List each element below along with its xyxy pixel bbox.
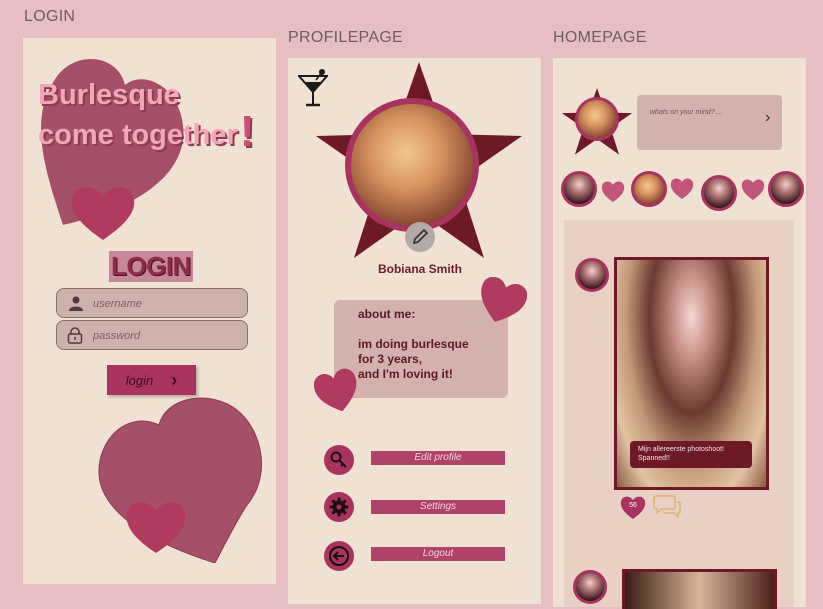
about-title: about me: <box>358 307 416 321</box>
login-heading: LOGIN <box>109 251 193 282</box>
brand-exclaim: ! <box>239 107 255 156</box>
like-button[interactable]: 56 <box>620 495 646 519</box>
heart-decoration <box>481 277 527 322</box>
post-image[interactable] <box>622 569 777 609</box>
logout-icon-button[interactable] <box>324 541 354 571</box>
heart-decoration <box>71 187 135 240</box>
brand-title-line1: Burlesque <box>38 79 180 111</box>
comment-icon[interactable] <box>653 494 681 520</box>
post-caption: Mijn allereerste photoshoot! Spanned!! <box>630 441 752 468</box>
caption-line: Mijn allereerste photoshoot! <box>638 446 724 453</box>
password-field[interactable] <box>56 320 248 351</box>
username-input[interactable] <box>91 289 245 319</box>
brand-title-line2: come together <box>38 119 238 151</box>
gear-icon <box>329 497 349 517</box>
user-icon <box>69 296 83 311</box>
chevron-right-icon[interactable]: › <box>765 109 770 127</box>
password-input[interactable] <box>91 321 245 351</box>
post-input[interactable]: whats on your mind?.... › <box>637 95 782 150</box>
about-line: and I'm loving it! <box>358 367 453 381</box>
heart-icon <box>741 179 765 200</box>
like-count: 56 <box>629 502 637 509</box>
heart-icon <box>601 181 625 202</box>
pencil-icon <box>412 228 428 245</box>
edit-avatar-button[interactable] <box>405 222 435 252</box>
about-line: im doing burlesque <box>358 337 469 351</box>
heart-decoration <box>126 502 186 553</box>
edit-profile-button[interactable]: Edit profile <box>371 451 505 465</box>
heart-icon <box>670 178 694 199</box>
login-button[interactable]: login › <box>107 365 196 395</box>
lock-icon <box>67 327 83 344</box>
post-author-avatar[interactable] <box>573 570 607 604</box>
frame-title-profile: PROFILEPAGE <box>288 29 404 46</box>
my-avatar <box>575 97 619 141</box>
caption-line: Spanned!! <box>638 455 670 462</box>
logout-icon <box>329 546 349 566</box>
chevron-right-icon: › <box>171 369 178 390</box>
profile-avatar <box>345 98 479 232</box>
about-line: for 3 years, <box>358 352 423 366</box>
post-placeholder: whats on your mind?.... <box>650 109 723 116</box>
story-avatar[interactable] <box>631 171 667 207</box>
settings-button[interactable]: Settings <box>371 500 505 514</box>
logout-button[interactable]: Logout <box>371 547 505 561</box>
story-avatar[interactable] <box>561 171 597 207</box>
settings-icon-button[interactable] <box>324 492 354 522</box>
frame-title-home: HOMEPAGE <box>553 29 647 46</box>
key-icon <box>330 451 347 468</box>
profile-name: Bobiana Smith <box>377 262 462 276</box>
brand-title: Burlesque come together ! <box>38 78 255 156</box>
post-author-avatar[interactable] <box>575 258 609 292</box>
about-me-text: about me: im doing burlesque for 3 years… <box>358 307 469 382</box>
frame-title-login: LOGIN <box>24 8 76 25</box>
edit-profile-icon-button[interactable] <box>324 445 354 475</box>
username-field[interactable] <box>56 288 248 319</box>
story-avatar[interactable] <box>701 175 737 211</box>
story-avatar[interactable] <box>768 171 804 207</box>
login-button-label: login <box>125 372 154 388</box>
heart-decoration <box>314 368 357 412</box>
